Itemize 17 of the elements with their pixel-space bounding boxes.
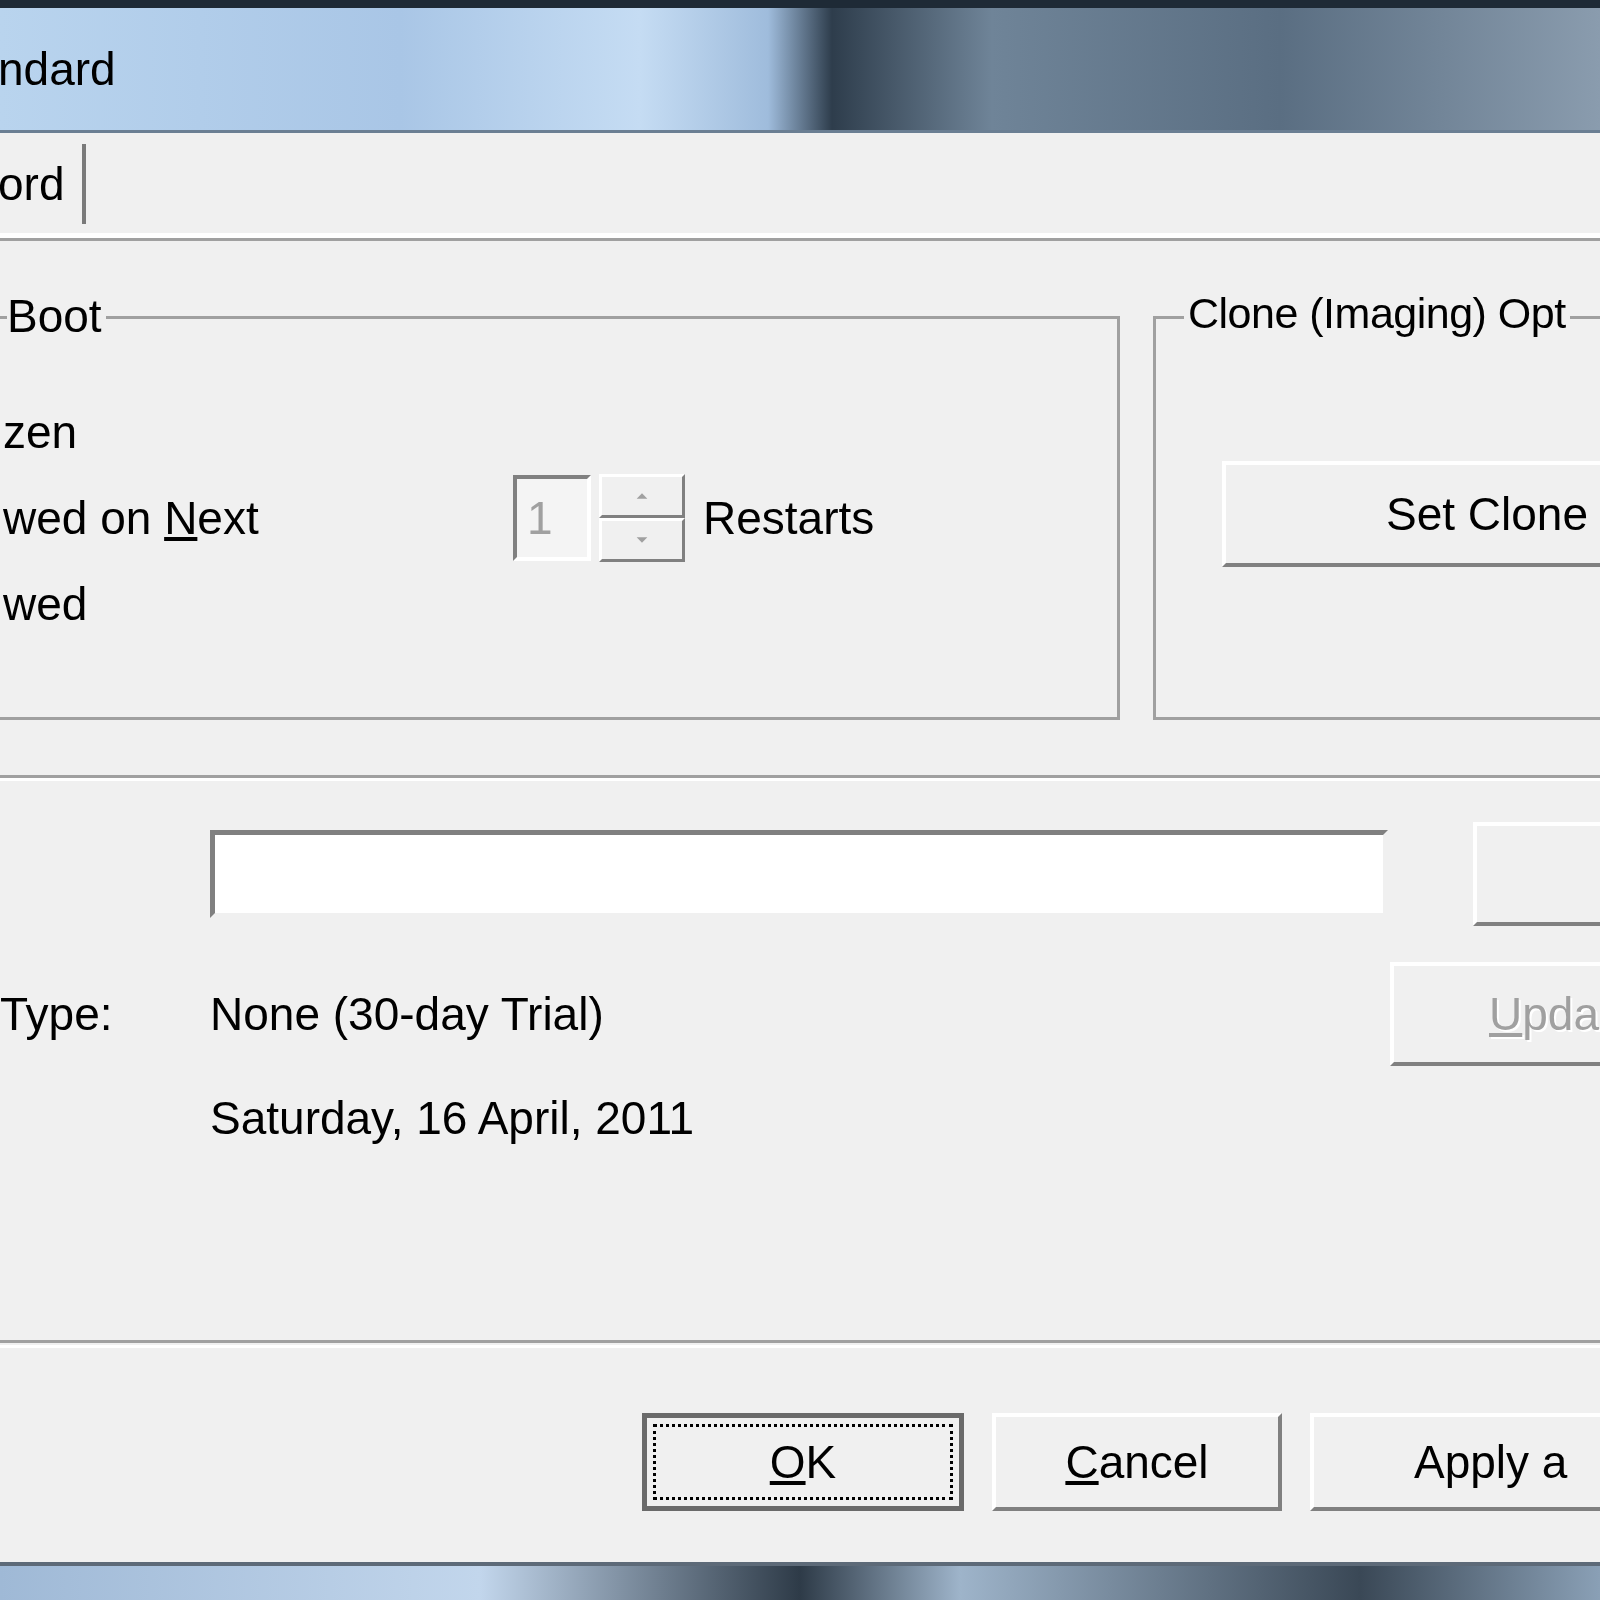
tab[interactable]: ord bbox=[0, 144, 87, 224]
option-label[interactable]: wed bbox=[3, 577, 513, 631]
dialog-button[interactable]: Cancel bbox=[992, 1413, 1282, 1511]
spin-down-button[interactable] bbox=[599, 518, 685, 562]
option-label[interactable]: zen bbox=[3, 405, 513, 459]
expiry-date: Saturday, 16 April, 2011 bbox=[210, 1091, 695, 1145]
option-label[interactable]: wed on Next bbox=[3, 491, 513, 545]
dialog-button[interactable]: OK bbox=[642, 1413, 964, 1511]
window-title: ndard bbox=[0, 42, 116, 96]
type-label: Type: bbox=[0, 987, 114, 1041]
dialog-button[interactable]: Apply a bbox=[1310, 1413, 1600, 1511]
spin-up-button[interactable] bbox=[599, 474, 685, 518]
up-arrow-icon bbox=[635, 492, 649, 500]
set-clone-button[interactable]: Set Clone bbox=[1222, 461, 1600, 567]
down-arrow-icon bbox=[635, 536, 649, 544]
restarts-label: Restarts bbox=[703, 491, 875, 545]
license-type: None (30-day Trial) bbox=[210, 987, 605, 1041]
